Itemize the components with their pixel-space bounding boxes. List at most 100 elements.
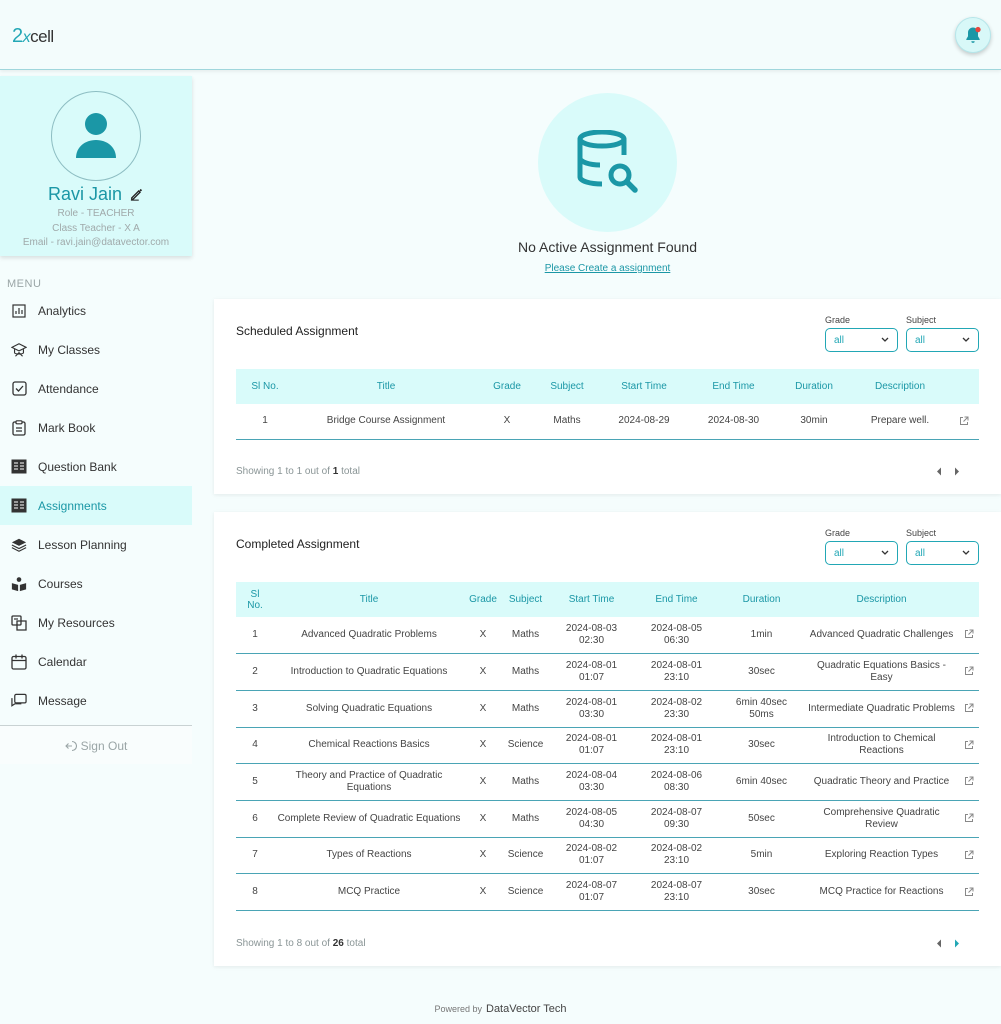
cell-open	[959, 873, 979, 911]
sidebar-item-my-resources[interactable]: My Resources	[0, 603, 192, 642]
showing-suffix: total	[346, 938, 366, 949]
cell-sl-no: 3	[236, 690, 274, 728]
cell-sl-no: 2	[236, 653, 274, 691]
cell-grade: X	[464, 800, 502, 838]
cell-description: Comprehensive Quadratic Review	[804, 800, 959, 838]
book-reader-icon	[11, 576, 27, 592]
sidebar-item-calendar[interactable]: Calendar	[0, 642, 192, 681]
scheduled-pager	[936, 467, 960, 476]
cell-description: MCQ Practice for Reactions	[804, 873, 959, 911]
column-header: Description	[804, 582, 959, 617]
completed-assignment-card: Completed Assignment Grade all Subject a…	[214, 512, 1001, 966]
external-link-icon[interactable]	[959, 416, 969, 426]
cell-end-time: 2024-08-02 23:30	[634, 690, 719, 728]
column-header: Subject	[536, 369, 598, 404]
completed-title: Completed Assignment	[236, 537, 360, 551]
cell-grade: X	[464, 727, 502, 765]
sidebar-item-my-classes[interactable]: My Classes	[0, 330, 192, 369]
sidebar-item-analytics[interactable]: Analytics	[0, 291, 192, 330]
cell-start-time: 2024-08-07 01:07	[549, 873, 634, 911]
scheduled-assignment-card: Scheduled Assignment Grade all Subject a…	[214, 299, 1001, 494]
column-header: Grade	[464, 582, 502, 617]
external-link-icon[interactable]	[964, 813, 974, 823]
sidebar-item-mark-book[interactable]: Mark Book	[0, 408, 192, 447]
app-logo[interactable]: 2xcell	[12, 25, 54, 48]
scheduled-table: Sl No. Title Grade Subject Start Time En…	[236, 369, 979, 440]
sidebar-item-assignments[interactable]: Assignments	[0, 486, 192, 525]
bell-icon	[966, 26, 981, 43]
subject-select[interactable]: all	[906, 541, 979, 565]
cell-title: Solving Quadratic Equations	[274, 690, 464, 728]
cell-grade: X	[464, 763, 502, 801]
external-link-icon[interactable]	[964, 850, 974, 860]
cell-end-time: 2024-08-07 23:10	[634, 873, 719, 911]
showing-prefix: Showing 1 to 8 out of	[236, 938, 330, 949]
chevron-down-icon	[962, 550, 970, 555]
cell-duration: 6min 40sec 50ms	[719, 690, 804, 728]
column-header: Title	[294, 369, 478, 404]
empty-state-illustration	[538, 93, 677, 232]
cell-end-time: 2024-08-01 23:10	[634, 727, 719, 765]
cell-end-time: 2024-08-07 09:30	[634, 800, 719, 838]
logo-cell: cell	[30, 27, 54, 46]
external-link-icon[interactable]	[964, 703, 974, 713]
external-link-icon[interactable]	[964, 776, 974, 786]
prev-page-icon[interactable]	[936, 939, 942, 948]
edit-icon[interactable]	[130, 187, 144, 201]
cell-sl-no: 1	[236, 617, 274, 655]
cell-duration: 50sec	[719, 800, 804, 838]
cell-end-time: 2024-08-30	[690, 404, 777, 440]
prev-page-icon[interactable]	[936, 467, 942, 476]
next-page-icon[interactable]	[954, 467, 960, 476]
sidebar-item-courses[interactable]: Courses	[0, 564, 192, 603]
next-page-icon[interactable]	[954, 939, 960, 948]
sidebar-item-lesson-planning[interactable]: Lesson Planning	[0, 525, 192, 564]
cell-grade: X	[464, 690, 502, 728]
external-link-icon[interactable]	[964, 740, 974, 750]
column-header: Description	[851, 369, 949, 404]
notification-button[interactable]	[955, 17, 991, 53]
grade-select[interactable]: all	[825, 328, 898, 352]
cell-sl-no: 6	[236, 800, 274, 838]
external-link-icon[interactable]	[964, 887, 974, 897]
column-header-actions	[949, 369, 979, 404]
cell-end-time: 2024-08-01 23:10	[634, 653, 719, 691]
column-header: Duration	[777, 369, 851, 404]
layers-icon	[11, 537, 27, 553]
sidebar-item-label: Calendar	[38, 654, 87, 669]
sidebar-item-message[interactable]: Message	[0, 681, 192, 720]
chevron-down-icon	[962, 337, 970, 342]
grade-value: all	[834, 334, 845, 346]
grade-select[interactable]: all	[825, 541, 898, 565]
create-assignment-link[interactable]: Please Create a assignment	[440, 263, 775, 274]
assignment-icon	[11, 498, 27, 514]
cell-subject: Maths	[502, 617, 549, 655]
scheduled-title: Scheduled Assignment	[236, 324, 359, 338]
cell-start-time: 2024-08-01 01:07	[549, 727, 634, 765]
cell-description: Quadratic Theory and Practice	[804, 763, 959, 801]
subject-select[interactable]: all	[906, 328, 979, 352]
cell-title: Complete Review of Quadratic Equations	[274, 800, 464, 838]
external-link-icon[interactable]	[964, 666, 974, 676]
cell-description: Advanced Quadratic Challenges	[804, 617, 959, 655]
showing-prefix: Showing 1 to 1 out of	[236, 466, 330, 477]
resources-icon	[11, 614, 27, 631]
sidebar-item-attendance[interactable]: Attendance	[0, 369, 192, 408]
cell-start-time: 2024-08-04 03:30	[549, 763, 634, 801]
cell-sl-no: 7	[236, 837, 274, 875]
empty-state-title: No Active Assignment Found	[518, 239, 697, 255]
powered-by-label: Powered by	[434, 1004, 482, 1014]
user-icon	[76, 113, 116, 158]
cell-subject: Maths	[502, 653, 549, 691]
completed-pagination-info: Showing 1 to 8 out of 26 total	[236, 938, 366, 949]
profile-email: Email - ravi.jain@datavector.com	[22, 237, 170, 248]
sidebar-item-question-bank[interactable]: Question Bank	[0, 447, 192, 486]
column-header: Sl No.	[236, 582, 274, 617]
sign-out-button[interactable]: Sign Out	[0, 739, 192, 753]
menu-label: MENU	[7, 278, 42, 290]
cell-start-time: 2024-08-29	[598, 404, 690, 440]
external-link-icon[interactable]	[964, 629, 974, 639]
message-icon	[11, 693, 27, 709]
company-name: DataVector Tech	[486, 1003, 567, 1015]
cell-duration: 30sec	[719, 873, 804, 911]
